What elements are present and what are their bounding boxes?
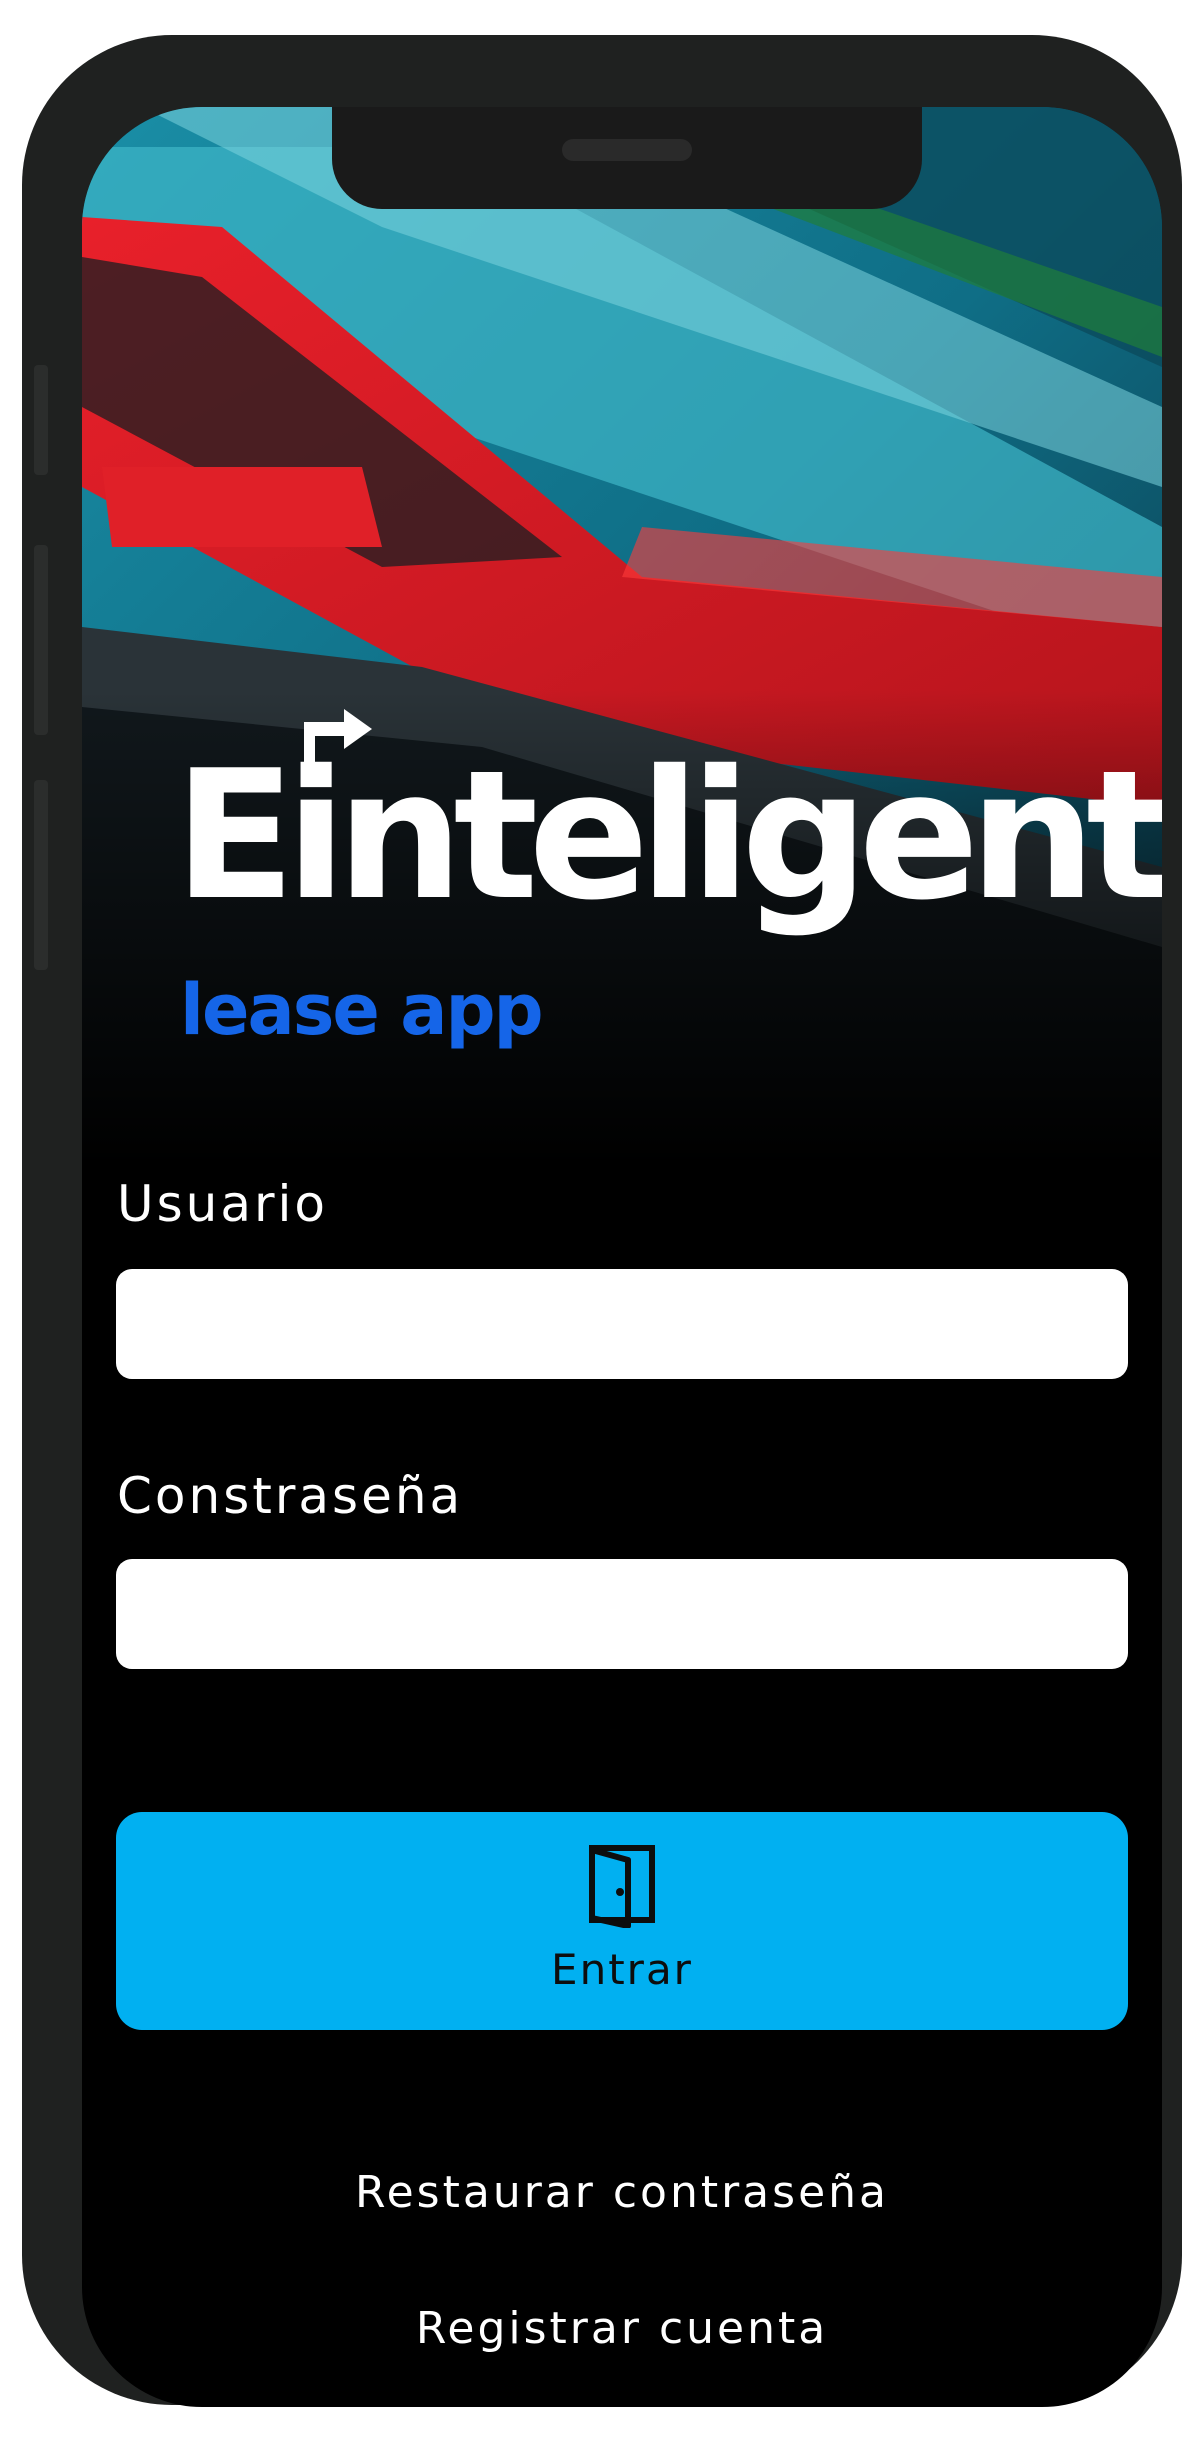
brand-tagline: lease app bbox=[180, 969, 544, 1051]
password-label: Constraseña bbox=[117, 1467, 464, 1525]
enter-label: Entrar bbox=[551, 1945, 693, 1994]
username-label: Usuario bbox=[117, 1175, 329, 1233]
volume-up-button bbox=[34, 545, 48, 735]
volume-down-button bbox=[34, 780, 48, 970]
brand-wordmark: Einteligent bbox=[174, 732, 1162, 939]
enter-button[interactable]: Entrar bbox=[116, 1812, 1128, 2030]
brand-logo: Einteligent lease app bbox=[174, 707, 1162, 1097]
side-button bbox=[34, 365, 48, 475]
device-notch bbox=[332, 107, 922, 209]
password-input[interactable] bbox=[116, 1559, 1128, 1669]
door-enter-icon bbox=[589, 1845, 655, 1928]
register-account-link[interactable]: Registrar cuenta bbox=[82, 2303, 1162, 2354]
app-screen: Einteligent lease app Usuario Constraseñ… bbox=[82, 107, 1162, 2407]
restore-password-link[interactable]: Restaurar contraseña bbox=[82, 2167, 1162, 2218]
username-input[interactable] bbox=[116, 1269, 1128, 1379]
phone-frame: Einteligent lease app Usuario Constraseñ… bbox=[22, 35, 1182, 2407]
speaker-grille bbox=[562, 139, 692, 161]
